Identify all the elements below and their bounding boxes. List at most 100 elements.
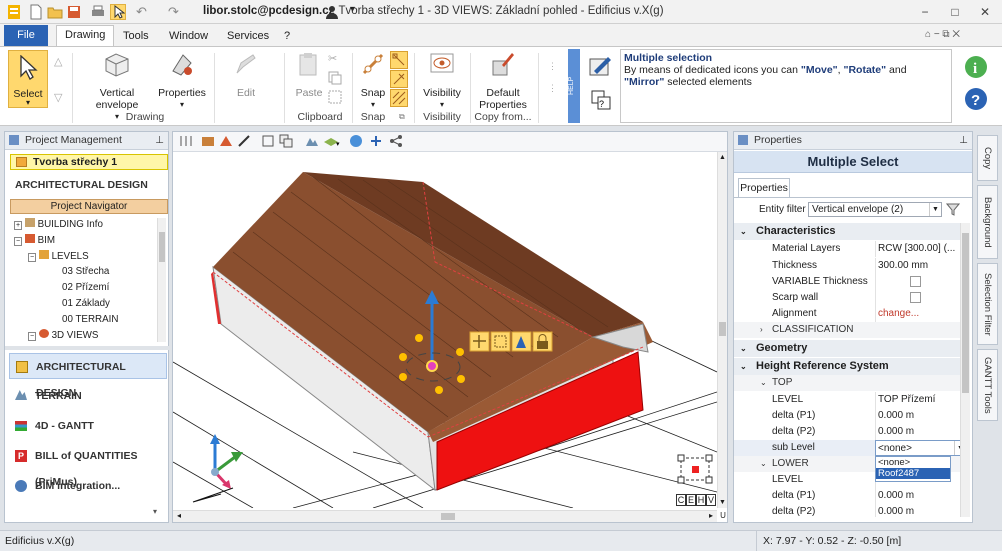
section-characteristics[interactable]: ⌄ Characteristics xyxy=(734,223,969,240)
tree-item[interactable]: 02 Přízemí xyxy=(62,282,109,293)
prop-top-delta-p1[interactable]: delta (P1) 0.000 m xyxy=(734,408,969,424)
nav-architectural-design[interactable]: ARCHITECTURAL DESIGN xyxy=(9,353,167,399)
side-tab-gantt-tools[interactable]: GANTT Tools xyxy=(977,349,998,421)
close-button[interactable]: ✕ xyxy=(970,2,1000,22)
subsection-classification[interactable]: › CLASSIFICATION xyxy=(734,322,969,338)
paste-button[interactable]: Paste xyxy=(292,51,326,99)
help-strip[interactable]: HELP xyxy=(568,49,580,123)
prop-material-layers[interactable]: Material Layers RCW [300.00] (... xyxy=(734,241,969,257)
render-icon[interactable] xyxy=(201,134,215,148)
tree-item[interactable]: 00 TERRAIN xyxy=(62,314,118,325)
view-mode-e[interactable]: E xyxy=(686,494,696,506)
view-mode-c[interactable]: C xyxy=(676,494,686,506)
copy-icon[interactable] xyxy=(328,71,342,85)
select-area-icon[interactable] xyxy=(328,90,342,104)
3d-scene[interactable] xyxy=(173,152,717,508)
share-icon[interactable] xyxy=(389,134,403,148)
pin-icon[interactable]: ⊥ xyxy=(959,132,968,149)
side-tab-selection-filter[interactable]: Selection Filter xyxy=(977,263,998,345)
tree-item[interactable]: 01 Základy xyxy=(62,298,110,309)
viewport-u-button[interactable]: U xyxy=(718,510,728,522)
tab-properties[interactable]: Properties xyxy=(738,178,790,197)
section-geometry[interactable]: ⌄ Geometry xyxy=(734,340,969,357)
tab-help[interactable]: ? xyxy=(276,27,298,46)
measure-icon[interactable] xyxy=(237,134,251,148)
nav-bill-of-quantities[interactable]: P BILL of QUANTITIES (PriMus) xyxy=(9,443,167,488)
3d-viewport[interactable]: ▾ C E H V ▲ ▼ ◂ ▸ U xyxy=(172,131,728,523)
help-pen-icon[interactable] xyxy=(588,55,616,79)
default-properties-button[interactable]: Default Properties xyxy=(474,51,532,111)
nav-expand-icon[interactable]: ▾ xyxy=(153,507,157,516)
visibility-button[interactable]: Visibility ▾ xyxy=(420,51,464,111)
tab-tools[interactable]: Tools xyxy=(115,27,157,46)
view-mode-v[interactable]: V xyxy=(706,494,716,506)
viewport-hscroll[interactable]: ◂ ▸ xyxy=(173,510,717,522)
cut-icon[interactable]: ✂ xyxy=(328,52,337,65)
tree-item[interactable]: − LEVELS xyxy=(28,250,89,262)
sub-level-select[interactable]: <none>▼ xyxy=(875,440,967,456)
tab-drawing[interactable]: Drawing xyxy=(56,25,115,47)
subsection-top[interactable]: ⌄ TOP xyxy=(734,375,969,391)
layers-icon[interactable]: ▾ xyxy=(323,134,341,148)
prop-scarp-wall[interactable]: Scarp wall xyxy=(734,290,969,306)
properties-button[interactable]: Properties ▾ xyxy=(156,51,208,111)
ribbon-minimize-icon[interactable]: ⌂ − ⧉ ✕ xyxy=(925,29,960,40)
prop-lower-delta-p1[interactable]: delta (P1) 0.000 m xyxy=(734,488,969,504)
dropdown-option-none[interactable]: <none> xyxy=(876,457,950,468)
tab-services[interactable]: Services xyxy=(219,27,277,46)
variable-thickness-checkbox[interactable] xyxy=(910,275,921,287)
scroll-up-icon[interactable]: △ xyxy=(54,55,62,68)
tree-item[interactable]: − 3D VIEWS xyxy=(28,329,98,341)
view-grid-icon[interactable] xyxy=(179,134,193,148)
dropdown-option-roof[interactable]: Roof2487 xyxy=(876,468,950,479)
prop-thickness[interactable]: Thickness 300.00 mm xyxy=(734,258,969,274)
axis-icon[interactable] xyxy=(369,134,383,148)
section-icon[interactable] xyxy=(219,134,233,148)
tree-item[interactable]: − BIM xyxy=(14,234,55,246)
project-name[interactable]: Tvorba střechy 1 xyxy=(10,154,168,170)
tree-item[interactable]: + BUILDING Info xyxy=(14,218,103,230)
entity-filter-select[interactable]: Vertical envelope (2) ▼ xyxy=(808,202,942,217)
maximize-button[interactable]: □ xyxy=(940,2,970,22)
snap-endpoint-icon[interactable] xyxy=(390,51,408,69)
side-tab-copy[interactable]: Copy xyxy=(977,135,998,181)
help-icon[interactable]: ? xyxy=(964,87,988,111)
view-mode-h[interactable]: H xyxy=(696,494,706,506)
snap-settings-icon[interactable]: ⧉ xyxy=(399,112,405,122)
edit-button[interactable]: Edit xyxy=(224,51,268,99)
filter-edit-icon[interactable] xyxy=(946,202,960,216)
tree-scrollbar[interactable] xyxy=(157,218,166,342)
pin-icon[interactable]: ⊥ xyxy=(155,132,164,149)
snap-button[interactable]: Snap ▾ xyxy=(358,51,388,111)
prop-top-level[interactable]: LEVEL TOP Přízemí xyxy=(734,392,969,408)
nav-terrain[interactable]: TERRAIN xyxy=(9,383,167,409)
prop-variable-thickness[interactable]: VARIABLE Thickness xyxy=(734,274,969,290)
zoom-window-icon[interactable] xyxy=(261,134,275,148)
help-wizard-icon[interactable]: ? xyxy=(588,87,616,113)
prop-alignment[interactable]: Alignment change... xyxy=(734,306,969,322)
prop-top-delta-p2[interactable]: delta (P2) 0.000 m xyxy=(734,424,969,440)
viewport-vscroll[interactable]: ▲ ▼ xyxy=(717,152,727,508)
prop-sub-level[interactable]: sub Level<none>▼ xyxy=(734,440,969,456)
view-cube[interactable] xyxy=(675,454,715,486)
minimize-button[interactable]: − xyxy=(910,2,940,22)
copy-view-icon[interactable] xyxy=(279,134,293,148)
nav-bim-integration[interactable]: BIM integration... xyxy=(9,473,167,499)
info-icon[interactable]: i xyxy=(964,55,988,79)
project-navigator-header[interactable]: Project Navigator xyxy=(10,199,168,214)
terrain-view-icon[interactable] xyxy=(305,134,319,148)
select-button[interactable]: Select ▾ xyxy=(8,50,48,108)
scarp-wall-checkbox[interactable] xyxy=(910,291,921,303)
section-height-reference-system[interactable]: ⌄ Height Reference System xyxy=(734,358,969,375)
tree-item[interactable]: 03 Střecha xyxy=(62,266,109,277)
snap-grid-icon[interactable] xyxy=(390,70,408,88)
tab-file[interactable]: File xyxy=(4,25,48,46)
properties-scrollbar[interactable] xyxy=(960,223,970,517)
scroll-down-icon[interactable]: ▽ xyxy=(54,91,62,104)
prop-lower-delta-p2[interactable]: delta (P2) 0.000 m xyxy=(734,504,969,517)
side-tab-background[interactable]: Background xyxy=(977,185,998,259)
globe-icon[interactable] xyxy=(349,134,363,148)
tab-window[interactable]: Window xyxy=(161,27,216,46)
nav-gantt[interactable]: 4D - GANTT xyxy=(9,413,167,439)
snap-hatch-icon[interactable] xyxy=(390,89,408,107)
